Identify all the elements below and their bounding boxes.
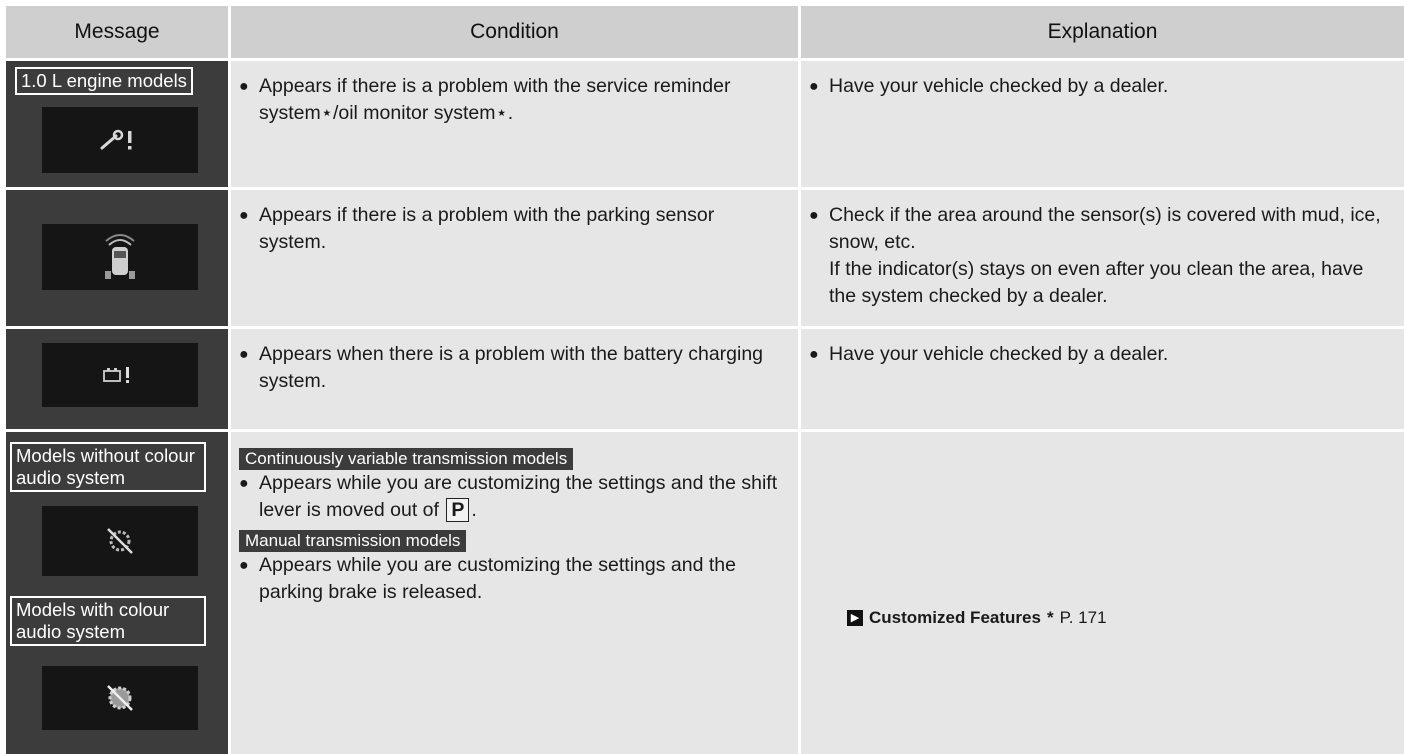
battery-exclamation-icon	[42, 343, 198, 407]
condition-cell: ● Appears if there is a problem with the …	[231, 61, 798, 187]
message-cell: 1.0 L engine models	[6, 61, 228, 187]
arrow-reference-icon: ▶	[847, 610, 863, 626]
gear-crossed-icon	[42, 506, 198, 576]
wrench-exclamation-icon	[42, 107, 198, 173]
condition-text: Appears if there is a problem with the s…	[259, 75, 731, 124]
gear-crossed-icon	[42, 666, 198, 730]
cvt-condition-text: Appears while you are customizing the se…	[259, 472, 778, 521]
explanation-cell: ● Have your vehicle checked by a dealer.	[801, 61, 1404, 187]
explanation-cell: ▶ Customized Features * P. 171	[801, 432, 1404, 754]
table-row: Models without colour audio system Model…	[0, 432, 1404, 754]
explanation-text: Check if the area around the sensor(s) i…	[829, 204, 1381, 253]
cvt-models-label: Continuously variable transmission model…	[239, 448, 574, 470]
park-key: P	[446, 498, 470, 522]
condition-cell: Continuously variable transmission model…	[231, 432, 798, 754]
table-row: 1.0 L engine models ● Appears if there is…	[0, 61, 1404, 187]
explanation-text: Have your vehicle checked by a dealer.	[829, 75, 1169, 97]
condition-cell: ● Appears when there is a problem with th…	[231, 329, 798, 429]
manual-condition-text: Appears while you are customizing the se…	[259, 554, 736, 603]
condition-text: Appears when there is a problem with the…	[259, 343, 764, 392]
table-row: ● Appears if there is a problem with the …	[0, 190, 1404, 326]
header-message: Message	[6, 6, 228, 58]
explanation-text: Have your vehicle checked by a dealer.	[829, 343, 1169, 365]
explanation-cell: ● Have your vehicle checked by a dealer.	[801, 329, 1404, 429]
model-tag-with-colour: Models with colour audio system	[10, 596, 206, 646]
condition-text: Appears if there is a problem with the p…	[259, 204, 715, 253]
explanation-cell: ● Check if the area around the sensor(s) …	[801, 190, 1404, 326]
header-condition: Condition	[231, 6, 798, 58]
manual-models-label: Manual transmission models	[239, 530, 467, 552]
message-cell	[6, 190, 228, 326]
parking-sensor-car-icon	[42, 224, 198, 290]
condition-cell: ● Appears if there is a problem with the …	[231, 190, 798, 326]
header-explanation: Explanation	[801, 6, 1404, 58]
explanation-note: If the indicator(s) stays on even after …	[829, 258, 1364, 307]
model-tag-without-colour: Models without colour audio system	[10, 442, 206, 492]
message-table: Message Condition Explanation 1.0 L engi…	[0, 0, 1404, 754]
model-tag: 1.0 L engine models	[15, 67, 193, 95]
message-cell	[6, 329, 228, 429]
customized-features-link[interactable]: ▶ Customized Features * P. 171	[847, 608, 1107, 628]
message-cell: Models without colour audio system Model…	[6, 432, 228, 754]
table-row: ● Appears when there is a problem with th…	[0, 329, 1404, 429]
